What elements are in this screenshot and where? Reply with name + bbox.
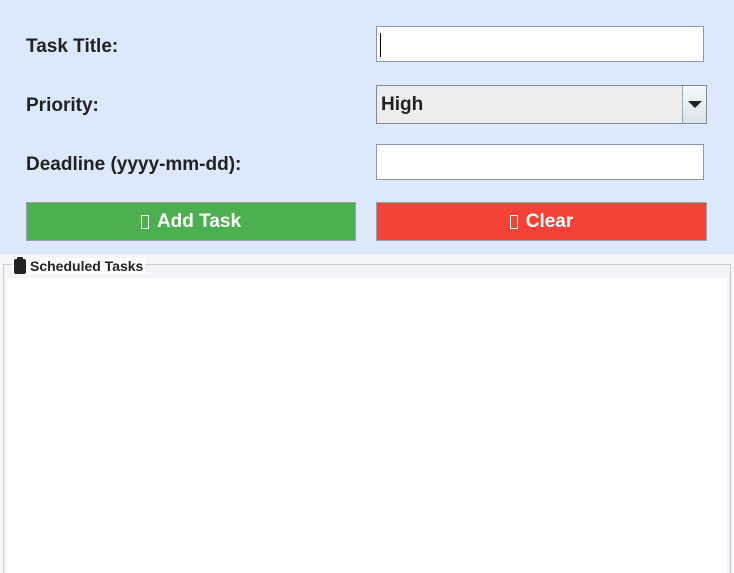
chevron-down-icon[interactable] (682, 86, 706, 123)
deadline-input[interactable] (376, 144, 704, 180)
deadline-label: Deadline (yyyy-mm-dd): (26, 154, 242, 175)
missing-glyph-icon (509, 214, 518, 229)
task-list[interactable] (7, 278, 727, 573)
clear-button[interactable]: Clear (376, 202, 707, 241)
scheduled-tasks-title: Scheduled Tasks (12, 256, 146, 274)
clipboard-icon (14, 256, 26, 274)
add-task-button[interactable]: Add Task (26, 202, 356, 241)
priority-selected-value: High (381, 94, 424, 115)
task-title-label: Task Title: (26, 36, 119, 57)
clear-label: Clear (525, 210, 574, 232)
text-caret (380, 33, 381, 57)
scheduled-tasks-label: Scheduled Tasks (30, 258, 144, 274)
priority-label: Priority: (26, 95, 99, 116)
priority-dropdown[interactable]: High (376, 85, 707, 124)
missing-glyph-icon (140, 214, 149, 229)
add-task-label: Add Task (156, 210, 242, 232)
task-title-input[interactable] (376, 26, 704, 62)
task-form-panel: Task Title: Priority: High Deadline (yyy… (0, 0, 734, 254)
app-window: Task Title: Priority: High Deadline (yyy… (0, 0, 734, 573)
scheduled-tasks-group: Scheduled Tasks (3, 256, 731, 573)
